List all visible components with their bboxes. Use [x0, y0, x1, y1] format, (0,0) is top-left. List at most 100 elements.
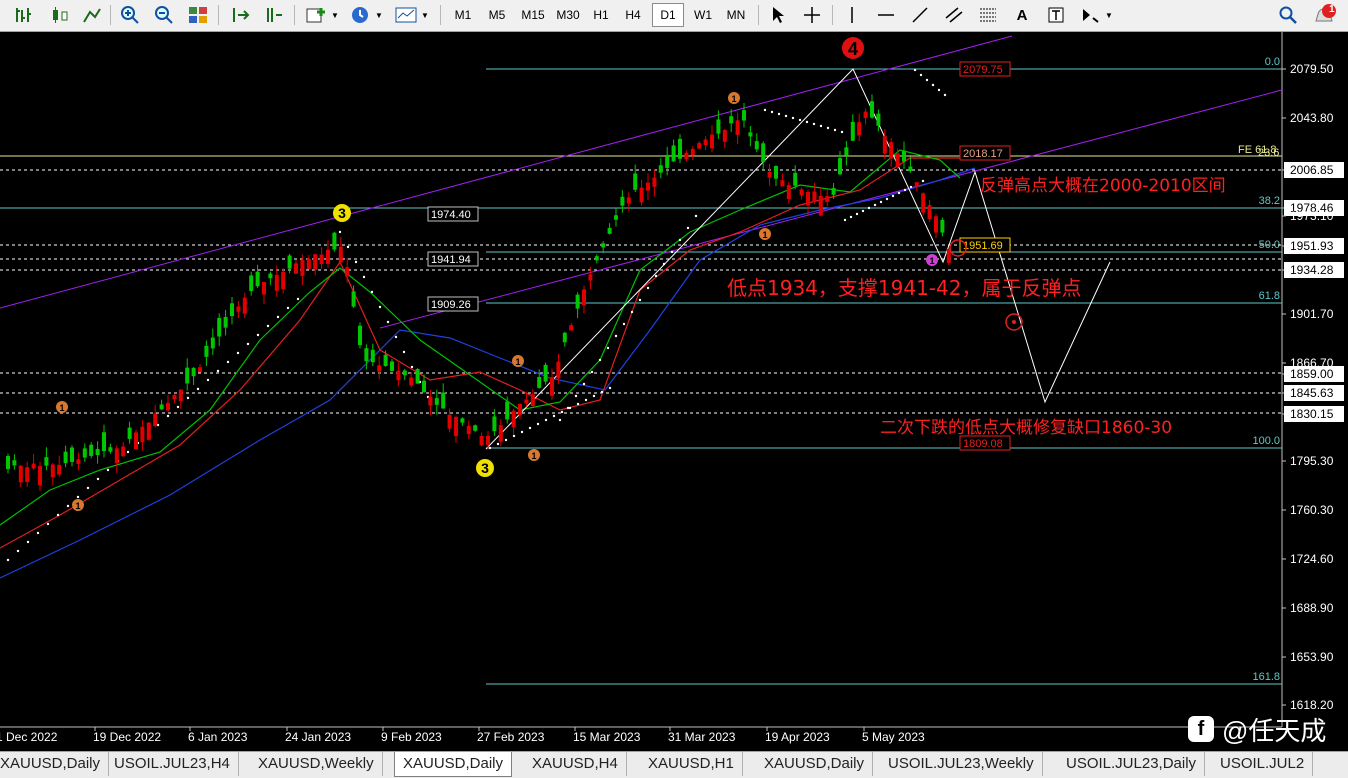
chart-shift-icon[interactable]: [262, 3, 286, 27]
candle-body: [505, 401, 510, 420]
parabolic-sar-dot: [909, 185, 913, 189]
search-icon[interactable]: [1276, 3, 1300, 27]
clock-icon[interactable]: [348, 3, 372, 27]
level-tag: 1951.69: [963, 240, 1003, 252]
candle-body: [831, 188, 836, 195]
candle-body: [710, 134, 714, 149]
timeframe-h1[interactable]: H1: [586, 3, 616, 27]
candle-body: [729, 116, 734, 124]
chart-tab[interactable]: USOIL.JUL23,Weekly: [880, 752, 1043, 776]
parabolic-sar-dot: [686, 226, 690, 230]
templates-icon[interactable]: [394, 3, 418, 27]
chart-tab[interactable]: USOIL.JUL23,Daily: [1058, 752, 1206, 776]
candle-body: [537, 377, 542, 388]
candle-body: [76, 459, 81, 465]
parabolic-sar-dot: [402, 350, 406, 354]
candle-body: [940, 219, 945, 233]
notification-icon[interactable]: 1: [1312, 3, 1336, 27]
cursor-icon[interactable]: [766, 3, 790, 27]
candle-body: [191, 367, 196, 377]
candle-body: [838, 158, 842, 175]
candle-body: [89, 444, 94, 456]
candle-body: [402, 370, 407, 376]
parabolic-sar-dot: [921, 179, 925, 183]
parabolic-sar-dot: [849, 215, 853, 219]
timeframe-mn[interactable]: MN: [720, 3, 752, 27]
fib-level-label: 100.0: [1252, 435, 1280, 447]
chart-tab[interactable]: XAUUSD,H4: [524, 752, 627, 776]
parabolic-sar-dot: [826, 126, 830, 130]
candlestick-icon[interactable]: [48, 3, 72, 27]
trendline-icon[interactable]: [908, 3, 932, 27]
parabolic-sar-dot: [861, 209, 865, 213]
price-tick-label: 1973.10: [1290, 209, 1334, 223]
zoom-out-icon[interactable]: [152, 3, 176, 27]
annotation-second-drop: 二次下跌的低点大概修复缺口1860-30: [880, 418, 1172, 438]
autoscroll-icon[interactable]: [228, 3, 252, 27]
price-chart[interactable]: 2079.502043.802006.851978.461973.101951.…: [0, 32, 1348, 751]
parabolic-sar-dot: [544, 418, 548, 422]
price-tick-label: 1760.30: [1290, 503, 1334, 517]
parabolic-sar-dot: [678, 238, 682, 242]
price-tick-label: 1830.15: [1290, 407, 1334, 421]
timeframe-m15[interactable]: M15: [516, 3, 550, 27]
timeframe-h4[interactable]: H4: [618, 3, 648, 27]
dropdown-arrow-icon[interactable]: ▼: [1104, 3, 1114, 27]
candle-body: [409, 377, 414, 386]
indicators-icon[interactable]: [304, 3, 328, 27]
chart-tab[interactable]: XAUUSD,Daily: [756, 752, 874, 776]
candle-body: [172, 395, 177, 400]
timeframe-m30[interactable]: M30: [551, 3, 585, 27]
parabolic-sar-dot: [798, 118, 802, 122]
candle-body: [486, 435, 490, 445]
parabolic-sar-dot: [126, 450, 130, 454]
candle-body: [466, 425, 471, 434]
price-tick-label: 1901.70: [1290, 307, 1334, 321]
arrows-icon[interactable]: [1078, 3, 1102, 27]
parabolic-sar-dot: [622, 322, 626, 326]
candle-body: [6, 456, 10, 470]
zoom-in-icon[interactable]: [118, 3, 142, 27]
text-tool-icon[interactable]: A: [1010, 3, 1034, 27]
line-chart-icon[interactable]: [80, 3, 104, 27]
candle-body: [249, 275, 254, 291]
timeframe-m1[interactable]: M1: [448, 3, 478, 27]
parabolic-sar-dot: [770, 110, 774, 114]
dropdown-arrow-icon[interactable]: ▼: [374, 3, 384, 27]
parabolic-sar-dot: [943, 93, 947, 97]
horizontal-line-icon[interactable]: [874, 3, 898, 27]
candle-body: [722, 130, 727, 142]
bar-chart-icon[interactable]: [12, 3, 36, 27]
timeframe-d1[interactable]: D1: [652, 3, 684, 27]
candle-body: [70, 447, 74, 462]
candle-body: [761, 143, 766, 163]
chart-tab[interactable]: XAUUSD,H1: [640, 752, 743, 776]
crosshair-icon[interactable]: [800, 3, 824, 27]
parabolic-sar-dot: [362, 275, 366, 279]
candle-body: [530, 394, 535, 407]
dropdown-arrow-icon[interactable]: ▼: [330, 3, 340, 27]
tile-windows-icon[interactable]: [186, 3, 210, 27]
parabolic-sar-dot: [891, 194, 895, 198]
date-tick-label: 19 Dec 2022: [93, 730, 161, 744]
chart-tab-active[interactable]: XAUUSD,Daily: [394, 752, 513, 777]
parabolic-sar-dot: [590, 370, 594, 374]
candle-body: [415, 369, 420, 384]
chart-tab[interactable]: USOIL.JUL2: [1212, 752, 1314, 776]
notification-count: 1: [1329, 4, 1335, 15]
candle-body: [876, 113, 881, 126]
price-tick-label: 1845.63: [1290, 386, 1334, 400]
candle-body: [882, 136, 887, 154]
chart-tab[interactable]: XAUUSD,Weekly: [250, 752, 383, 776]
vertical-line-icon[interactable]: [840, 3, 864, 27]
candle-body: [569, 325, 574, 331]
chart-tab[interactable]: XAUUSD,Daily: [0, 752, 110, 776]
channel-icon[interactable]: [942, 3, 966, 27]
timeframe-m5[interactable]: M5: [482, 3, 512, 27]
chart-tab[interactable]: USOIL.JUL23,H4: [106, 752, 239, 776]
dropdown-arrow-icon[interactable]: ▼: [420, 3, 430, 27]
parabolic-sar-dot: [654, 274, 658, 278]
fibonacci-icon[interactable]: [976, 3, 1000, 27]
timeframe-w1[interactable]: W1: [688, 3, 718, 27]
text-label-icon[interactable]: [1044, 3, 1068, 27]
